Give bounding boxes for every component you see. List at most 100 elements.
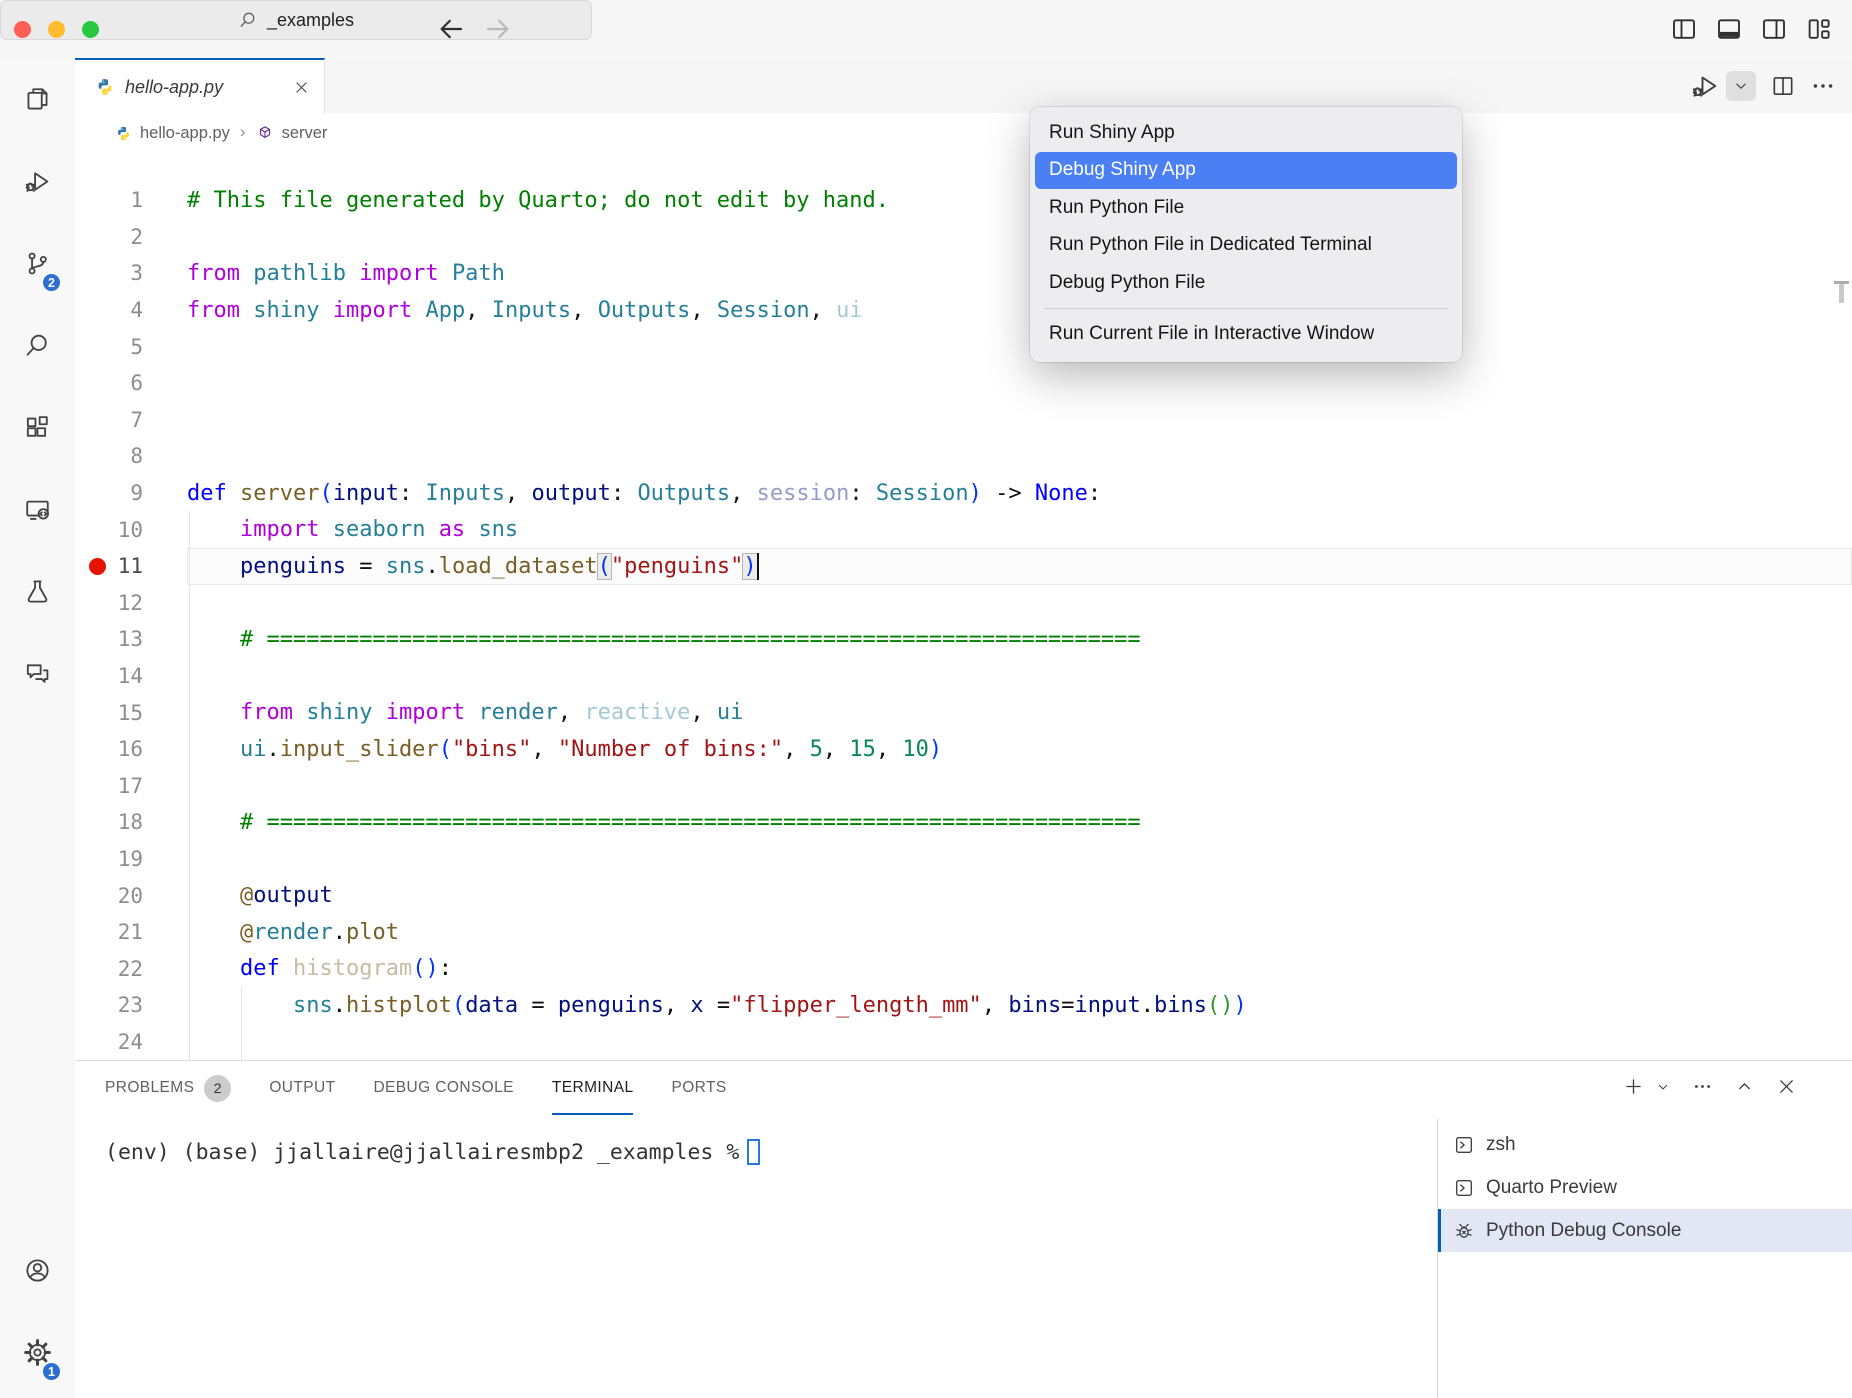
code-line-content[interactable]: @render.plot bbox=[187, 914, 1852, 951]
code-line-content[interactable]: penguins = sns.load_dataset("penguins") bbox=[187, 548, 1852, 585]
activity-bar-item-settings[interactable]: 1 bbox=[0, 1311, 75, 1393]
tab-hello-app[interactable]: hello-app.py bbox=[75, 58, 325, 114]
line-number[interactable]: 5 bbox=[75, 335, 187, 359]
line-number[interactable]: 8 bbox=[75, 444, 187, 468]
line-number[interactable]: 18 bbox=[75, 810, 187, 834]
split-editor-button[interactable] bbox=[1770, 73, 1796, 99]
debug-python-file-button[interactable] bbox=[1690, 71, 1720, 101]
panel-tab-problems[interactable]: PROBLEMS2 bbox=[105, 1061, 231, 1115]
code-line-content[interactable] bbox=[187, 402, 1852, 439]
code-line-content[interactable] bbox=[187, 841, 1852, 878]
toggle-panel-button[interactable] bbox=[1714, 14, 1744, 44]
terminal-list-item-python-debug-console[interactable]: Python Debug Console bbox=[1438, 1209, 1852, 1252]
line-number[interactable]: 9 bbox=[75, 481, 187, 505]
menu-item-run-python-file[interactable]: Run Python File bbox=[1035, 189, 1457, 227]
line-number[interactable]: 10 bbox=[75, 518, 187, 542]
code-line-content[interactable]: @output bbox=[187, 877, 1852, 914]
code-line-content[interactable] bbox=[187, 658, 1852, 695]
code-line-content[interactable]: from pathlib import Path bbox=[187, 255, 1852, 292]
code-line-content[interactable]: def histogram(): bbox=[187, 950, 1852, 987]
code-line-content[interactable]: import seaborn as sns bbox=[187, 511, 1852, 548]
line-number[interactable]: 16 bbox=[75, 737, 187, 761]
code-line-content[interactable]: def server(input: Inputs, output: Output… bbox=[187, 475, 1852, 512]
panel-tab-terminal[interactable]: TERMINAL bbox=[552, 1061, 634, 1115]
terminal-content[interactable]: (env) (base) jjallaire@jjallairesmbp2 _e… bbox=[105, 1139, 760, 1165]
close-panel-button[interactable] bbox=[1776, 1076, 1797, 1097]
menu-item-run-current-file-in-interactive-window[interactable]: Run Current File in Interactive Window bbox=[1035, 315, 1457, 353]
menu-item-run-shiny-app[interactable]: Run Shiny App bbox=[1035, 114, 1457, 152]
maximize-panel-button[interactable] bbox=[1734, 1076, 1755, 1097]
line-number[interactable]: 13 bbox=[75, 627, 187, 651]
close-icon[interactable] bbox=[293, 79, 310, 96]
new-terminal-button[interactable] bbox=[1623, 1076, 1644, 1097]
line-number[interactable]: 4 bbox=[75, 298, 187, 322]
breakpoint[interactable] bbox=[89, 558, 106, 575]
activity-bar-item-remote-explorer[interactable] bbox=[0, 468, 75, 550]
toggle-primary-sidebar-button[interactable] bbox=[1669, 14, 1699, 44]
window-minimize-button[interactable] bbox=[48, 21, 65, 38]
panel-more-actions-button[interactable] bbox=[1692, 1076, 1713, 1097]
line-number[interactable]: 7 bbox=[75, 408, 187, 432]
line-number[interactable]: 17 bbox=[75, 774, 187, 798]
panel-tab-debug-console[interactable]: DEBUG CONSOLE bbox=[373, 1061, 513, 1115]
terminal-list: zshQuarto PreviewPython Debug Console bbox=[1438, 1123, 1852, 1252]
activity-badge: 1 bbox=[41, 1361, 62, 1382]
activity-bar-item-comments[interactable] bbox=[0, 632, 75, 714]
panel-tab-output[interactable]: OUTPUT bbox=[269, 1061, 335, 1115]
line-number[interactable]: 20 bbox=[75, 884, 187, 908]
line-number[interactable]: 1 bbox=[75, 188, 187, 212]
code-line-content[interactable] bbox=[187, 585, 1852, 622]
terminal-list-item-quarto-preview[interactable]: Quarto Preview bbox=[1438, 1166, 1852, 1209]
line-number[interactable]: 24 bbox=[75, 1030, 187, 1054]
run-options-dropdown[interactable] bbox=[1726, 71, 1756, 101]
menu-item-run-python-file-in-dedicated-terminal[interactable]: Run Python File in Dedicated Terminal bbox=[1035, 227, 1457, 265]
toggle-secondary-sidebar-button[interactable] bbox=[1759, 14, 1789, 44]
line-number[interactable]: 23 bbox=[75, 993, 187, 1017]
customize-layout-button[interactable] bbox=[1804, 14, 1834, 44]
menu-item-debug-shiny-app[interactable]: Debug Shiny App bbox=[1035, 152, 1457, 190]
activity-bar-item-run-and-debug[interactable] bbox=[0, 140, 75, 222]
code-line-content[interactable]: ui.input_slider("bins", "Number of bins:… bbox=[187, 731, 1852, 768]
line-number[interactable]: 14 bbox=[75, 664, 187, 688]
line-number[interactable]: 19 bbox=[75, 847, 187, 871]
symbol-method-icon bbox=[256, 124, 274, 142]
code-line-content[interactable] bbox=[187, 1024, 1852, 1061]
window-maximize-button[interactable] bbox=[82, 21, 99, 38]
navigate-forward-button[interactable] bbox=[483, 14, 513, 44]
code-line-content[interactable]: # This file generated by Quarto; do not … bbox=[187, 182, 1852, 219]
activity-bar-item-extensions[interactable] bbox=[0, 386, 75, 468]
activity-bar-item-source-control[interactable]: 2 bbox=[0, 222, 75, 304]
code-line-content[interactable] bbox=[187, 768, 1852, 805]
line-number[interactable]: 3 bbox=[75, 261, 187, 285]
line-number[interactable]: 21 bbox=[75, 920, 187, 944]
code-line-content[interactable]: # ======================================… bbox=[187, 804, 1852, 841]
activity-bar-item-accounts[interactable] bbox=[0, 1229, 75, 1311]
breadcrumb-symbol[interactable]: server bbox=[282, 124, 328, 143]
menu-item-debug-python-file[interactable]: Debug Python File bbox=[1035, 264, 1457, 302]
activity-bar-item-search[interactable] bbox=[0, 304, 75, 386]
activity-bar-item-explorer[interactable] bbox=[0, 58, 75, 140]
line-number[interactable]: 15 bbox=[75, 701, 187, 725]
panel-tab-ports[interactable]: PORTS bbox=[671, 1061, 726, 1115]
code-line-content[interactable] bbox=[187, 219, 1852, 256]
code-line-content[interactable]: # ======================================… bbox=[187, 621, 1852, 658]
code-line-content[interactable] bbox=[187, 438, 1852, 475]
activity-bar-item-testing[interactable] bbox=[0, 550, 75, 632]
code-editor[interactable]: 1# This file generated by Quarto; do not… bbox=[75, 153, 1852, 1060]
code-line-content[interactable]: from shiny import render, reactive, ui bbox=[187, 694, 1852, 731]
window-close-button[interactable] bbox=[14, 21, 31, 38]
more-actions-button[interactable] bbox=[1810, 73, 1836, 99]
terminal-profile-dropdown[interactable] bbox=[1655, 1079, 1671, 1095]
line-number[interactable]: 2 bbox=[75, 225, 187, 249]
line-number[interactable]: 12 bbox=[75, 591, 187, 615]
code-line-content[interactable] bbox=[187, 328, 1852, 365]
code-line-content[interactable]: from shiny import App, Inputs, Outputs, … bbox=[187, 292, 1852, 329]
breadcrumb-file[interactable]: hello-app.py bbox=[140, 124, 230, 143]
code-line-content[interactable] bbox=[187, 365, 1852, 402]
close-icon bbox=[1776, 1076, 1797, 1097]
line-number[interactable]: 6 bbox=[75, 371, 187, 395]
code-line-content[interactable]: sns.histplot(data = penguins, x ="flippe… bbox=[187, 987, 1852, 1024]
terminal-list-item-zsh[interactable]: zsh bbox=[1438, 1123, 1852, 1166]
navigate-back-button[interactable] bbox=[436, 14, 466, 44]
line-number[interactable]: 22 bbox=[75, 957, 187, 981]
